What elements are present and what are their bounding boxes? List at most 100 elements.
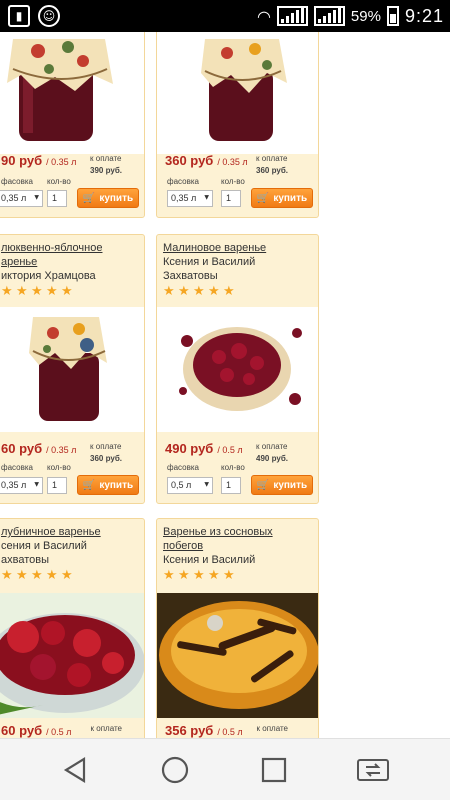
quantity-input[interactable]: 1 [47,477,67,494]
recents-icon[interactable] [256,753,292,787]
star-icon: ★ [208,284,220,299]
star-icon: ★ [31,284,43,299]
product-title-link[interactable]: Малиновое варенье [157,241,318,255]
product-title-link[interactable]: люквенно-яблочное аренье [0,241,144,269]
qty-label: кол-во [221,177,245,186]
product-photo[interactable] [157,593,318,718]
raspberry-jam-image [179,327,302,411]
product-card: Малиновое варенье Ксения и Василий Захват… [156,234,319,504]
cart-icon: 🛒 [82,479,96,491]
product-title-link[interactable]: лубничное варенье [0,525,144,539]
star-icon: ★ [223,284,235,299]
product-card: лубничное варенье сения и Василий ахватов… [0,518,145,738]
price: 360 руб [165,153,214,168]
star-icon: ★ [16,568,28,583]
star-icon: ★ [163,568,175,583]
price-unit: / 0.35 л [217,157,248,167]
star-icon: ★ [223,568,235,583]
star-icon: ★ [178,284,190,299]
product-photo[interactable] [157,307,318,432]
cart-icon: 🛒 [256,192,270,204]
price-unit: / 0.5 л [217,727,243,737]
pay-value: 360 руб. [256,166,288,175]
product-author: Ксения и Василий [163,554,256,566]
product-author: Ксения и Василий Захватовы [157,255,318,283]
star-icon: ★ [163,284,175,299]
buy-button[interactable]: 🛒 купить [77,188,139,208]
star-icon: ★ [208,568,220,583]
star-icon: ★ [46,568,58,583]
quantity-input[interactable]: 1 [221,477,241,494]
qty-label: кол-во [221,463,245,472]
status-bar: ▮ ☺ ◠ 59% 9:21 [0,0,450,32]
price: 60 руб [1,441,43,456]
jam-jar-image [201,39,287,141]
star-icon: ★ [178,568,190,583]
pack-select[interactable]: 0,35 л [167,190,213,207]
star-icon: ★ [1,284,13,299]
sim-card-icon: ▮ [8,5,30,27]
buy-button[interactable]: 🛒 купить [251,475,313,495]
pack-select[interactable]: 0,35 л [0,477,43,494]
price-unit: / 0.5 л [46,727,72,737]
star-icon: ★ [61,568,73,583]
price: 490 руб [165,441,214,456]
star-icon: ★ [193,284,205,299]
pack-select[interactable]: 0,5 л [167,477,213,494]
product-grid[interactable]: 90 руб / 0.35 л к оплате 390 руб. фасовк… [0,32,450,738]
product-author: сения и Василий ахватовы [0,539,144,567]
author-line: ахватовы [1,554,49,566]
pay-label: к оплате [90,724,122,733]
title-line: аренье [1,256,38,268]
wifi-icon: ◠ [256,6,271,26]
back-icon[interactable] [58,753,94,787]
product-card: 360 руб / 0.35 л к оплате 360 руб. фасов… [156,32,319,218]
pay-value: 390 руб. [90,166,122,175]
star-icon: ★ [1,568,13,583]
price-unit: / 0.5 л [217,445,243,455]
qty-label: кол-во [47,463,71,472]
product-photo[interactable] [0,32,144,154]
price-unit: / 0.35 л [46,157,77,167]
pack-label: фасовка [167,463,199,472]
rating-stars: ★ ★ ★ ★ ★ [0,567,144,585]
buy-label: купить [99,192,134,204]
author-line: Захватовы [163,270,218,282]
author-line: сения и Василий [1,540,87,552]
switch-apps-icon[interactable] [355,753,391,787]
jam-jar-image [29,317,107,421]
battery-percent: 59% [350,7,381,25]
pack-label: фасовка [167,177,199,186]
product-photo[interactable] [0,593,144,718]
home-icon[interactable] [157,753,193,787]
star-icon: ★ [46,284,58,299]
rating-stars: ★ ★ ★ ★ ★ [0,283,144,301]
buy-button[interactable]: 🛒 купить [251,188,313,208]
pay-label: к оплате [90,442,122,451]
product-photo[interactable] [0,307,144,432]
clock: 9:21 [404,5,444,26]
title-line: побегов [163,540,204,552]
price: 356 руб [165,723,214,738]
buy-label: купить [273,479,308,491]
qty-label: кол-во [47,177,71,186]
product-card: люквенно-яблочное аренье иктория Храмцова… [0,234,145,504]
quantity-input[interactable]: 1 [221,190,241,207]
star-icon: ★ [193,568,205,583]
title-line: люквенно-яблочное [1,242,103,254]
product-title-link[interactable]: Варенье из сосновых побегов [157,525,318,553]
rating-stars: ★ ★ ★ ★ ★ [157,283,318,301]
buy-label: купить [273,192,308,204]
star-icon: ★ [16,284,28,299]
pine-shoot-jam-image [159,601,318,709]
price-unit: / 0.35 л [46,445,77,455]
pay-info: к оплате 360 руб. [90,441,122,465]
pay-info: к оплате [257,723,288,735]
product-author: иктория Храмцова [1,270,96,282]
buy-button[interactable]: 🛒 купить [77,475,139,495]
pack-select[interactable]: 0,35 л [0,190,43,207]
buy-label: купить [99,479,134,491]
quantity-input[interactable]: 1 [47,190,67,207]
pay-label: к оплате [256,724,288,733]
product-photo[interactable] [157,32,318,154]
